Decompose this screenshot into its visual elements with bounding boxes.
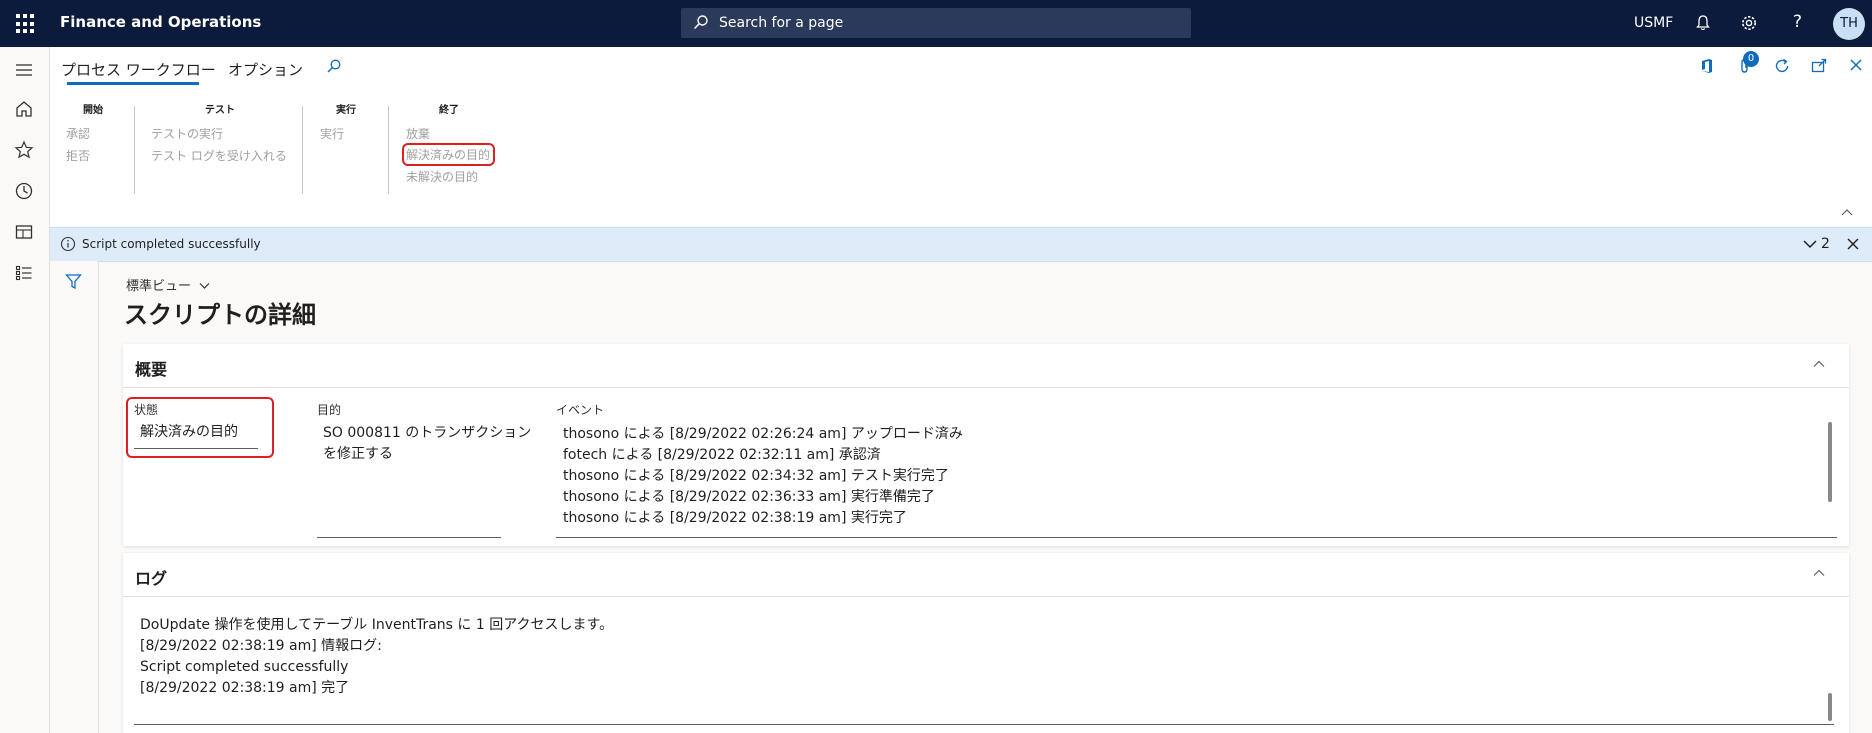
message-count: 2 xyxy=(1821,236,1830,252)
info-icon xyxy=(60,236,76,252)
events-label: イベント xyxy=(556,403,605,417)
purpose-line[interactable]: SO 000811 のトランザクション xyxy=(323,423,531,444)
top-navigation-bar: Finance and Operations Search for a page… xyxy=(0,0,1872,47)
search-icon xyxy=(693,15,708,30)
favorites-star-icon[interactable] xyxy=(14,140,34,160)
open-new-window-icon[interactable] xyxy=(1810,57,1828,75)
workspaces-icon[interactable] xyxy=(14,222,34,242)
log-fasttab: ログ DoUpdate 操作を使用してテーブル InventTrans に 1 … xyxy=(123,553,1849,733)
action-search-icon[interactable] xyxy=(326,58,342,74)
action-pane: プロセス ワークフロー オプション 0 開始 承認 拒否 テスト テストの実行 … xyxy=(50,47,1872,226)
purpose-label: 目的 xyxy=(317,403,342,417)
status-underline xyxy=(134,448,258,449)
active-tab-indicator xyxy=(67,82,199,85)
settings-gear-icon[interactable] xyxy=(1740,14,1758,32)
help-icon[interactable]: ? xyxy=(1793,12,1802,32)
summary-title[interactable]: 概要 xyxy=(135,356,167,380)
attachment-count-badge: 0 xyxy=(1743,51,1759,67)
unresolved-purpose-action[interactable]: 未解決の目的 xyxy=(406,168,478,185)
filter-icon[interactable] xyxy=(65,273,82,290)
group-divider xyxy=(302,106,303,194)
office-icon[interactable] xyxy=(1698,57,1716,75)
log-line: DoUpdate 操作を使用してテーブル InventTrans に 1 回アク… xyxy=(140,617,614,633)
view-selector-label: 標準ビュー xyxy=(126,279,192,294)
filter-pane xyxy=(50,261,99,733)
view-selector[interactable]: 標準ビュー xyxy=(126,275,210,294)
event-line: thosono による [8/29/2022 02:38:19 am] 実行完了 xyxy=(563,510,907,526)
events-scrollbar[interactable] xyxy=(1828,422,1832,502)
event-line: fotech による [8/29/2022 02:32:11 am] 承認済 xyxy=(563,447,881,463)
group-title-start: 開始 xyxy=(83,105,103,116)
message-bar: Script completed successfully 2 xyxy=(50,227,1872,262)
search-placeholder[interactable]: Search for a page xyxy=(719,15,843,31)
message-text: Script completed successfully xyxy=(82,237,261,251)
resolved-purpose-action[interactable]: 解決済みの目的 xyxy=(406,146,490,163)
collapse-summary-chevron-icon[interactable] xyxy=(1813,358,1825,370)
group-title-test: テスト xyxy=(205,105,235,116)
approve-action[interactable]: 承認 xyxy=(66,125,90,142)
app-title[interactable]: Finance and Operations xyxy=(60,13,261,31)
accept-test-log-action[interactable]: テスト ログを受け入れる xyxy=(151,147,287,164)
expand-messages-chevron-icon[interactable] xyxy=(1803,238,1817,250)
close-page-icon[interactable] xyxy=(1848,57,1864,73)
divider xyxy=(123,596,1849,597)
status-label: 状態 xyxy=(134,403,159,417)
events-list[interactable]: thosono による [8/29/2022 02:26:24 am] アップロ… xyxy=(563,424,1833,538)
collapse-action-pane-icon[interactable] xyxy=(1840,207,1854,217)
purpose-underline xyxy=(317,537,501,538)
event-line: thosono による [8/29/2022 02:36:33 am] 実行準備… xyxy=(563,489,935,505)
event-line: thosono による [8/29/2022 02:26:24 am] アップロ… xyxy=(563,426,963,442)
log-line: Script completed successfully xyxy=(140,659,349,675)
run-test-action[interactable]: テストの実行 xyxy=(151,125,223,142)
log-line: [8/29/2022 02:38:19 am] 情報ログ: xyxy=(140,638,382,654)
search-box[interactable]: Search for a page xyxy=(681,8,1191,38)
tab-options[interactable]: オプション xyxy=(228,59,303,80)
event-line: thosono による [8/29/2022 02:34:32 am] テスト実… xyxy=(563,468,949,484)
modules-list-icon[interactable] xyxy=(14,263,34,283)
log-scrollbar[interactable] xyxy=(1828,693,1832,721)
events-underline xyxy=(556,537,1837,538)
execute-action[interactable]: 実行 xyxy=(320,125,344,142)
log-underline xyxy=(134,724,1834,725)
group-title-finish: 終了 xyxy=(439,105,459,116)
company-picker[interactable]: USMF xyxy=(1634,15,1673,31)
abandon-action[interactable]: 放棄 xyxy=(406,125,430,142)
log-title[interactable]: ログ xyxy=(135,565,167,589)
notification-bell-icon[interactable] xyxy=(1694,14,1712,32)
group-divider xyxy=(134,106,135,194)
home-icon[interactable] xyxy=(14,99,34,119)
log-line: [8/29/2022 02:38:19 am] 完了 xyxy=(140,680,350,696)
app-launcher-icon[interactable] xyxy=(16,14,36,34)
reject-action[interactable]: 拒否 xyxy=(66,147,90,164)
purpose-line[interactable]: を修正する xyxy=(323,444,393,465)
recent-clock-icon[interactable] xyxy=(14,181,34,201)
hamburger-menu-icon[interactable] xyxy=(14,60,34,80)
tab-process-workflow[interactable]: プロセス ワークフロー xyxy=(61,59,216,80)
refresh-icon[interactable] xyxy=(1773,57,1791,75)
group-divider xyxy=(388,106,389,194)
navigation-rail xyxy=(0,47,50,733)
group-title-execute: 実行 xyxy=(336,105,356,116)
chevron-down-icon xyxy=(199,283,210,289)
log-text[interactable]: DoUpdate 操作を使用してテーブル InventTrans に 1 回アク… xyxy=(140,615,1820,699)
summary-fasttab: 概要 状態 解決済みの目的 目的 SO 000811 のトランザクション を修正… xyxy=(123,344,1849,546)
divider xyxy=(123,387,1849,388)
page-title: スクリプトの詳細 xyxy=(124,301,316,329)
status-value[interactable]: 解決済みの目的 xyxy=(140,422,238,443)
dismiss-message-icon[interactable] xyxy=(1847,238,1859,250)
collapse-log-chevron-icon[interactable] xyxy=(1813,567,1825,579)
user-avatar[interactable]: TH xyxy=(1833,8,1865,40)
